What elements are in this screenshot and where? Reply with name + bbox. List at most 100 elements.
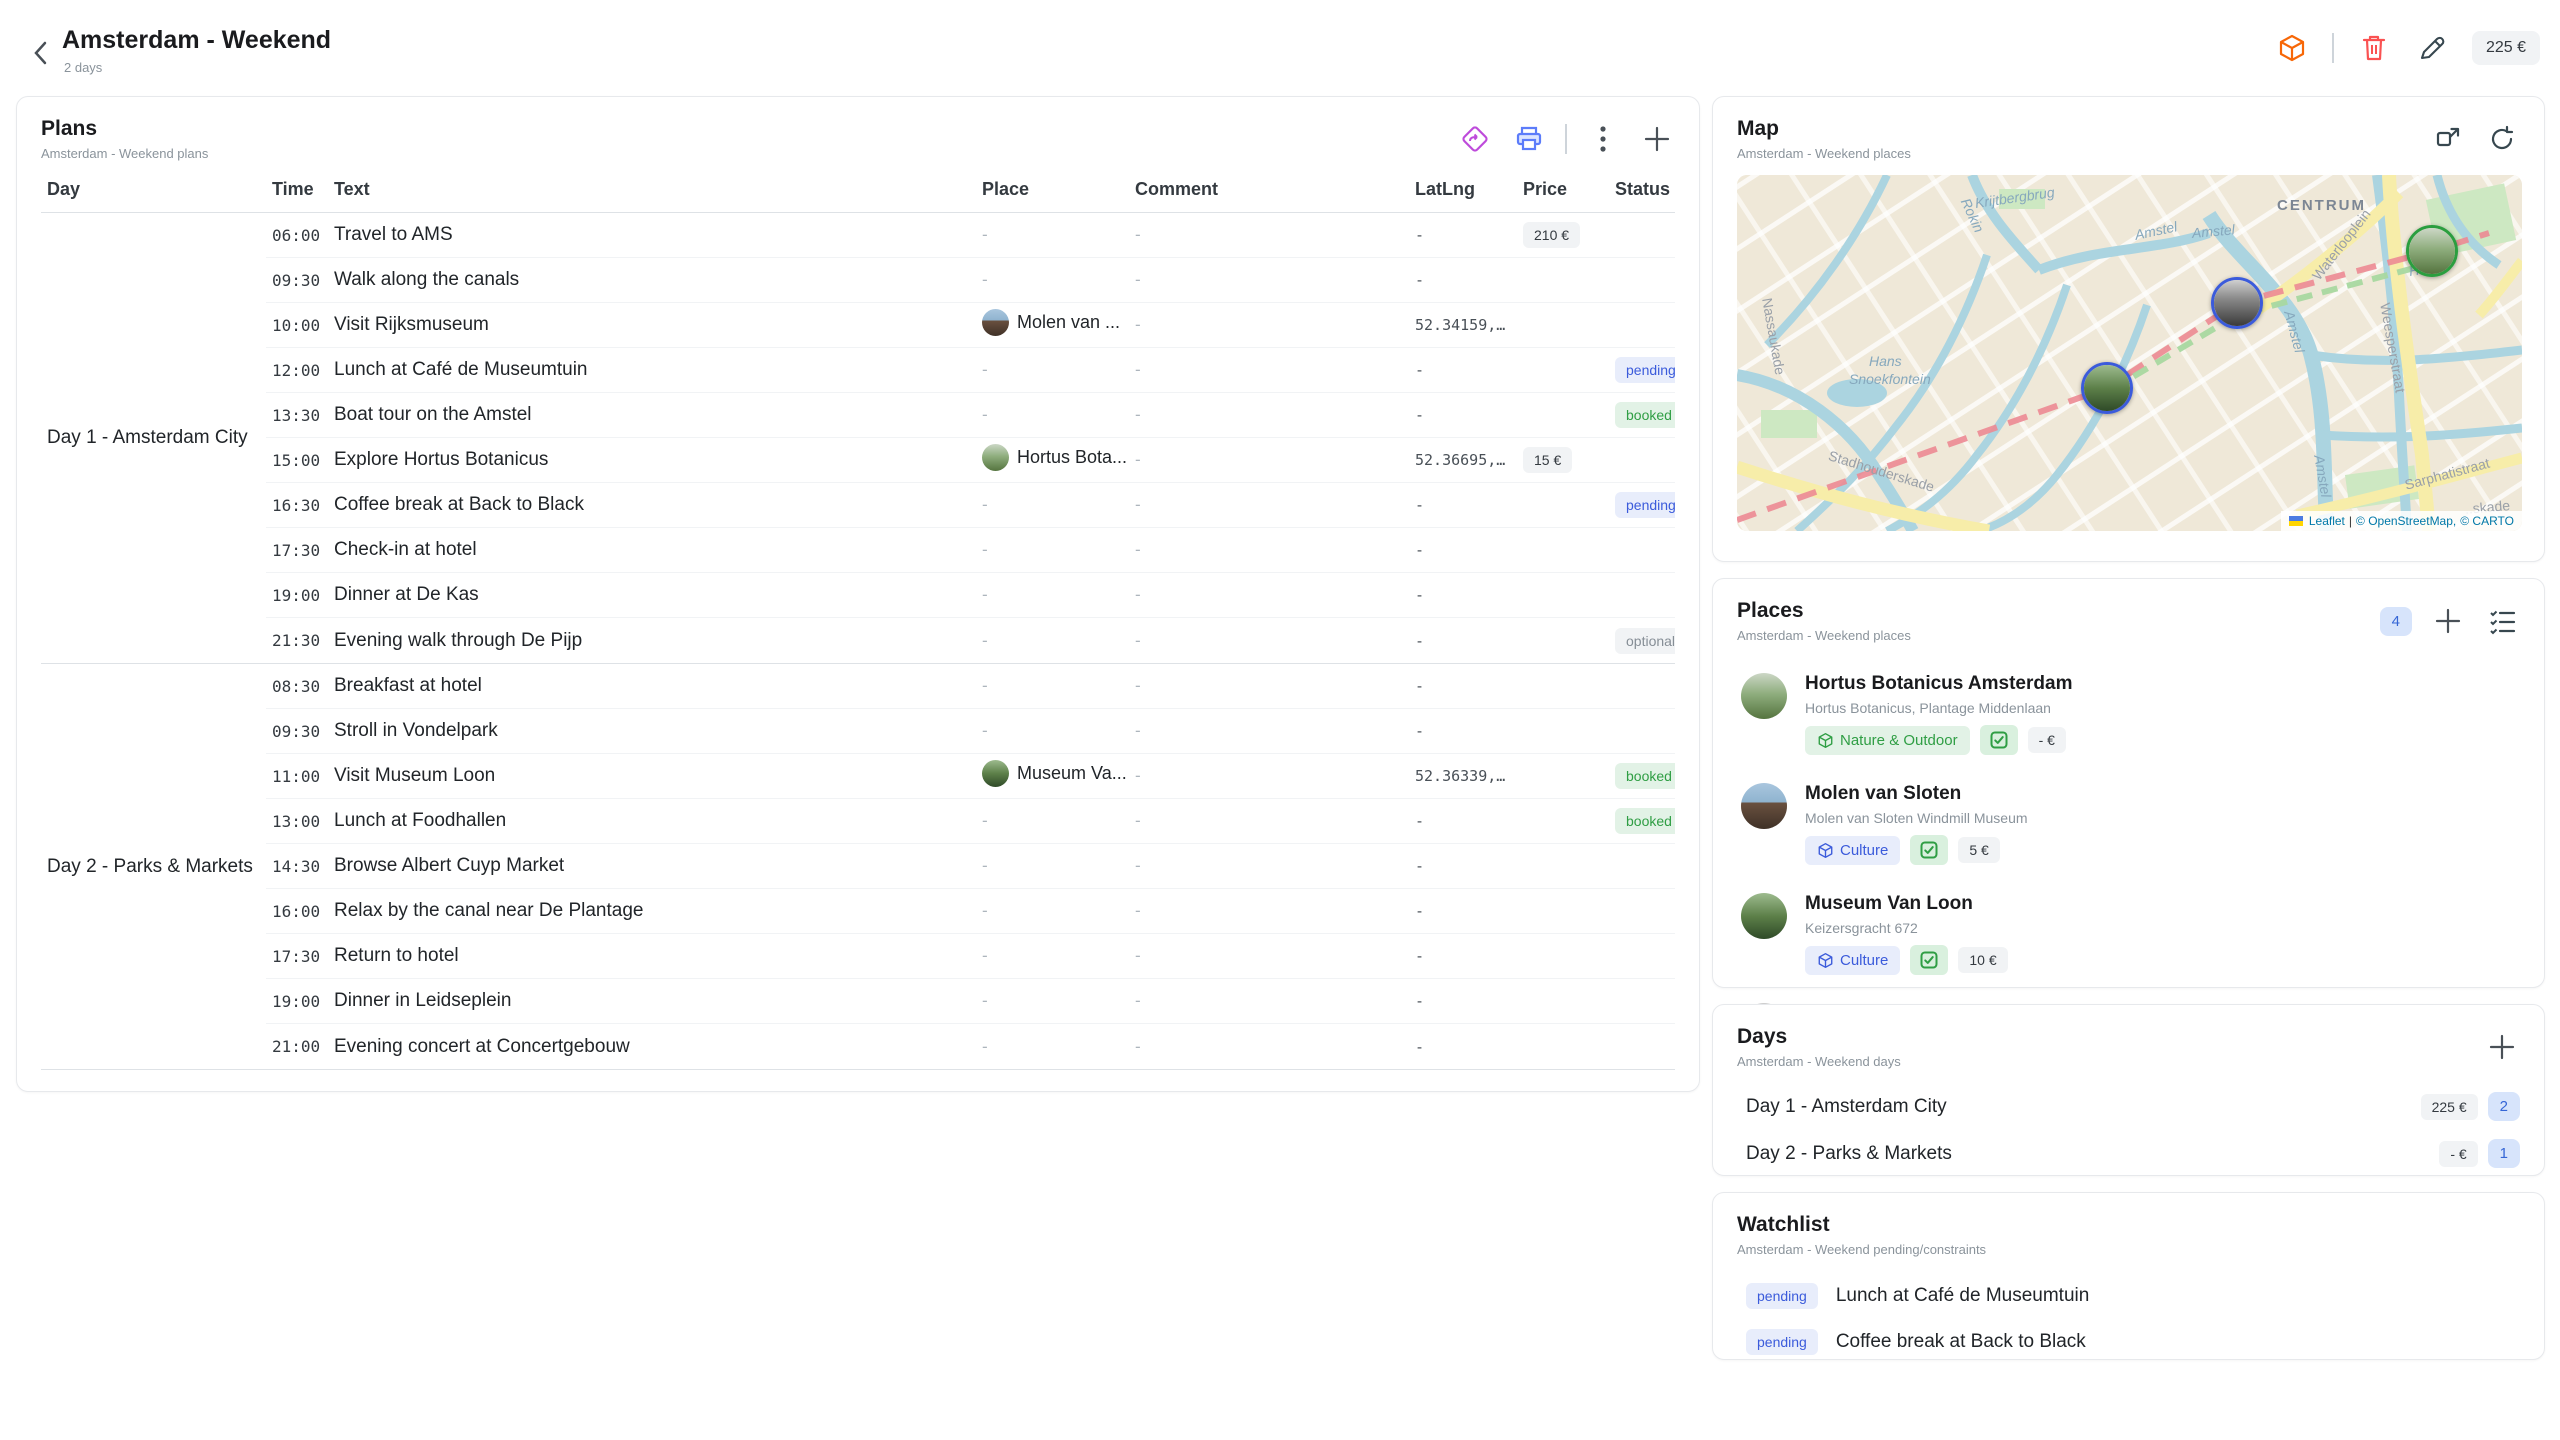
place-price-badge: 10 € (1958, 947, 2007, 973)
days-list: Day 1 - Amsterdam City 225 € 2 Day 2 - P… (1746, 1083, 2520, 1177)
place-name: Molen van Sloten (1805, 783, 2028, 805)
plan-comment: - (1129, 856, 1409, 876)
edit-trip-button[interactable] (2414, 30, 2450, 66)
day-group-label: Day 1 - Amsterdam City (41, 213, 266, 663)
day-name: Day 1 - Amsterdam City (1746, 1096, 2421, 1118)
day-group-rows: 06:00 Travel to AMS - - (266, 213, 1675, 663)
delete-trip-button[interactable] (2356, 30, 2392, 66)
plan-time: 15:00 (266, 451, 328, 470)
status-badge: booked (1615, 763, 1675, 789)
plan-comment: - (1129, 450, 1409, 470)
plan-row[interactable]: 08:30 Breakfast at hotel - - (266, 664, 1675, 709)
plan-row[interactable]: 13:30 Boat tour on the Amstel - - (266, 393, 1675, 438)
plan-row[interactable]: 15:00 Explore Hortus Botanicus - Hortus … (266, 438, 1675, 483)
plan-place-chip[interactable]: Molen van ... (982, 309, 1120, 336)
day-list-item[interactable]: Day 2 - Parks & Markets - € 1 (1746, 1130, 2520, 1177)
plan-text: Browse Albert Cuyp Market (328, 855, 976, 877)
place-photo-avatar (982, 444, 1009, 471)
add-plan-button[interactable] (1639, 121, 1675, 157)
day-list-item[interactable]: Day 1 - Amsterdam City 225 € 2 (1746, 1083, 2520, 1130)
plan-text: Explore Hortus Botanicus (328, 449, 976, 471)
map-canvas[interactable]: Krijtbergbrug Rokin Amstel Amstel CENTRU… (1737, 175, 2522, 531)
plan-comment: - (1129, 270, 1409, 290)
watchlist-item[interactable]: pending Coffee break at Back to Black (1746, 1319, 2520, 1365)
plan-latlng: - (1409, 902, 1517, 920)
plan-row[interactable]: 11:00 Visit Museum Loon - Museum Va... (266, 754, 1675, 799)
plan-text: Dinner in Leidseplein (328, 990, 976, 1012)
cube-icon (1817, 732, 1834, 749)
place-list-item[interactable]: Hortus Botanicus Amsterdam Hortus Botani… (1741, 659, 2520, 769)
plan-time: 16:00 (266, 902, 328, 921)
plan-latlng: - (1409, 361, 1517, 379)
map-attribution: Leaflet | © OpenStreetMap, © CARTO (2281, 511, 2522, 531)
plan-row[interactable]: 21:00 Evening concert at Concertgebouw - (266, 1024, 1675, 1069)
watchlist-item[interactable]: pending Lunch at Café de Museumtuin (1746, 1273, 2520, 1319)
column-header-status: Status (1609, 179, 1675, 200)
plan-row[interactable]: 09:30 Stroll in Vondelpark - - (266, 709, 1675, 754)
plan-latlng: - (1409, 677, 1517, 695)
place-status-chip (1980, 725, 2018, 755)
back-button[interactable] (24, 36, 58, 70)
add-place-button[interactable] (2430, 603, 2466, 639)
plan-row[interactable]: 06:00 Travel to AMS - - (266, 213, 1675, 258)
carto-link[interactable]: © CARTO (2460, 514, 2514, 528)
plan-time: 17:30 (266, 947, 328, 966)
plan-latlng: - (1409, 632, 1517, 650)
plan-row[interactable]: 12:00 Lunch at Café de Museumtuin - (266, 348, 1675, 393)
place-category-badge: Culture (1805, 946, 1900, 975)
route-button[interactable] (1457, 121, 1493, 157)
plan-comment: - (1129, 991, 1409, 1011)
plan-place-cell: - (976, 946, 1129, 966)
leaflet-link[interactable]: Leaflet (2309, 514, 2345, 528)
map-place-marker[interactable] (2081, 362, 2133, 414)
add-day-button[interactable] (2484, 1029, 2520, 1065)
place-photo-avatar (982, 760, 1009, 787)
export-package-button[interactable] (2274, 30, 2310, 66)
plan-row[interactable]: 17:30 Return to hotel - - (266, 934, 1675, 979)
plan-place-cell: - (976, 225, 1129, 245)
plan-row[interactable]: 21:30 Evening walk through De Pijp - (266, 618, 1675, 663)
map-refresh-button[interactable] (2484, 121, 2520, 157)
plan-place-chip[interactable]: Museum Va... (982, 760, 1127, 787)
places-panel: Places Amsterdam - Weekend places 4 Hort… (1712, 578, 2545, 988)
plan-place-chip[interactable]: Hortus Bota... (982, 444, 1127, 471)
map-place-marker[interactable] (2406, 225, 2458, 277)
plan-latlng: - (1409, 857, 1517, 875)
plan-latlng: 52.34159,… (1409, 316, 1517, 334)
places-list-view-button[interactable] (2484, 603, 2520, 639)
plan-price-cell: 15 € (1517, 447, 1609, 473)
place-photo-avatar (1741, 783, 1787, 829)
plan-row[interactable]: 16:00 Relax by the canal near De Plantag… (266, 889, 1675, 934)
plan-row[interactable]: 17:30 Check-in at hotel - - (266, 528, 1675, 573)
plan-row[interactable]: 19:00 Dinner in Leidseplein - - (266, 979, 1675, 1024)
map-place-marker[interactable] (2211, 277, 2263, 329)
day-name: Day 2 - Parks & Markets (1746, 1143, 2439, 1165)
plan-row[interactable]: 10:00 Visit Rijksmuseum - Molen van ... (266, 303, 1675, 348)
plans-more-menu-button[interactable] (1585, 121, 1621, 157)
plan-comment: - (1129, 901, 1409, 921)
plan-row[interactable]: 09:30 Walk along the canals - - (266, 258, 1675, 303)
plan-row[interactable]: 14:30 Browse Albert Cuyp Market - - (266, 844, 1675, 889)
place-list-item[interactable]: Molen van Sloten Molen van Sloten Windmi… (1741, 769, 2520, 879)
day-count-badge: 2 (2488, 1092, 2520, 1121)
map-fit-bounds-button[interactable] (2430, 121, 2466, 157)
place-list-item[interactable]: Museum Van Loon Keizersgracht 672 Cultur… (1741, 879, 2520, 989)
checkbox-checked-icon (1989, 730, 2009, 750)
print-button[interactable] (1511, 121, 1547, 157)
chevron-left-icon (31, 39, 51, 67)
plan-place-cell: - (976, 270, 1129, 290)
plan-place-cell: - (976, 631, 1129, 651)
marker-photo (2084, 365, 2130, 411)
plan-text: Boat tour on the Amstel (328, 404, 976, 426)
osm-link[interactable]: © OpenStreetMap, (2356, 514, 2456, 528)
package-icon (2277, 33, 2307, 63)
plan-time: 13:30 (266, 406, 328, 425)
plan-place-cell: - (976, 540, 1129, 560)
plan-row[interactable]: 19:00 Dinner at De Kas - - (266, 573, 1675, 618)
plan-latlng: - (1409, 406, 1517, 424)
place-photo-avatar (1741, 893, 1787, 939)
plan-row[interactable]: 16:30 Coffee break at Back to Black - (266, 483, 1675, 528)
map-street-label: Snoekfontein (1849, 371, 1931, 387)
plan-row[interactable]: 13:00 Lunch at Foodhallen - - (266, 799, 1675, 844)
plan-comment: - (1129, 766, 1409, 786)
